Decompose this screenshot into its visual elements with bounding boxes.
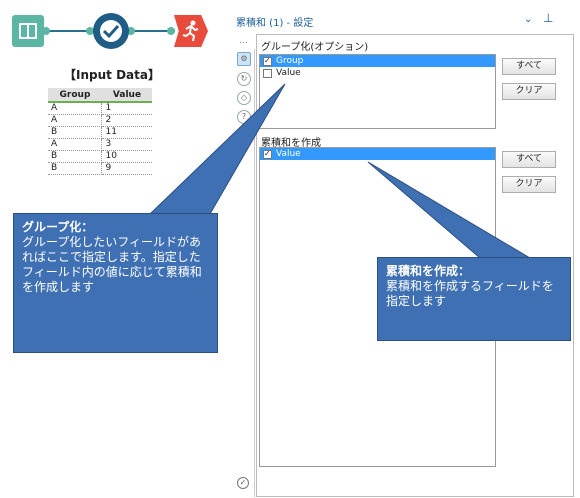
group-callout-title: グループ化：: [22, 220, 94, 234]
group-callout: グループ化： グループ化したいフィールドがあればここで指定します。指定したフィー…: [13, 213, 218, 353]
group-callout-body: グループ化したいフィールドがあればここで指定します。指定したフィールド内の値に応…: [22, 235, 202, 294]
running-callout-title: 累積和を作成：: [386, 264, 471, 278]
running-callout: 累積和を作成： 累積和を作成するフィールドを指定します: [377, 257, 571, 341]
callout-tail-group: [148, 83, 286, 215]
running-callout-body: 累積和を作成するフィールドを指定します: [386, 279, 554, 308]
callout-tail-running: [367, 161, 532, 259]
